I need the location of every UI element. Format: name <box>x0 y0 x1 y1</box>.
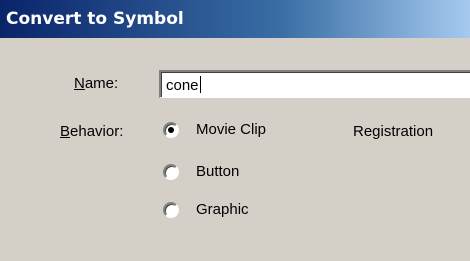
radio-button[interactable] <box>163 122 179 138</box>
title-bar[interactable]: Convert to Symbol <box>0 0 470 38</box>
behavior-label-text: ehavior: <box>70 123 124 140</box>
behavior-label-mnemonic: B <box>60 123 71 140</box>
name-label: Name: <box>74 75 118 92</box>
radio-button[interactable] <box>163 164 179 180</box>
name-input-text: cone <box>166 77 199 94</box>
behavior-option-label: Movie Clip <box>196 121 267 138</box>
dialog-title: Convert to Symbol <box>6 9 184 29</box>
convert-to-symbol-dialog: Convert to Symbol Name: cone Behavior: M… <box>0 0 470 261</box>
radio-selected-dot <box>168 127 174 133</box>
name-label-text: ame: <box>84 75 119 92</box>
text-caret <box>199 76 201 93</box>
name-input-value: cone <box>166 76 201 94</box>
name-label-mnemonic: N <box>74 75 85 92</box>
behavior-option-label: Graphic <box>196 201 249 218</box>
registration-label: Registration <box>353 123 434 140</box>
behavior-option-label: Button <box>196 163 240 180</box>
name-input[interactable]: cone <box>159 70 470 98</box>
radio-button[interactable] <box>163 202 179 218</box>
behavior-label: Behavior: <box>60 123 123 140</box>
